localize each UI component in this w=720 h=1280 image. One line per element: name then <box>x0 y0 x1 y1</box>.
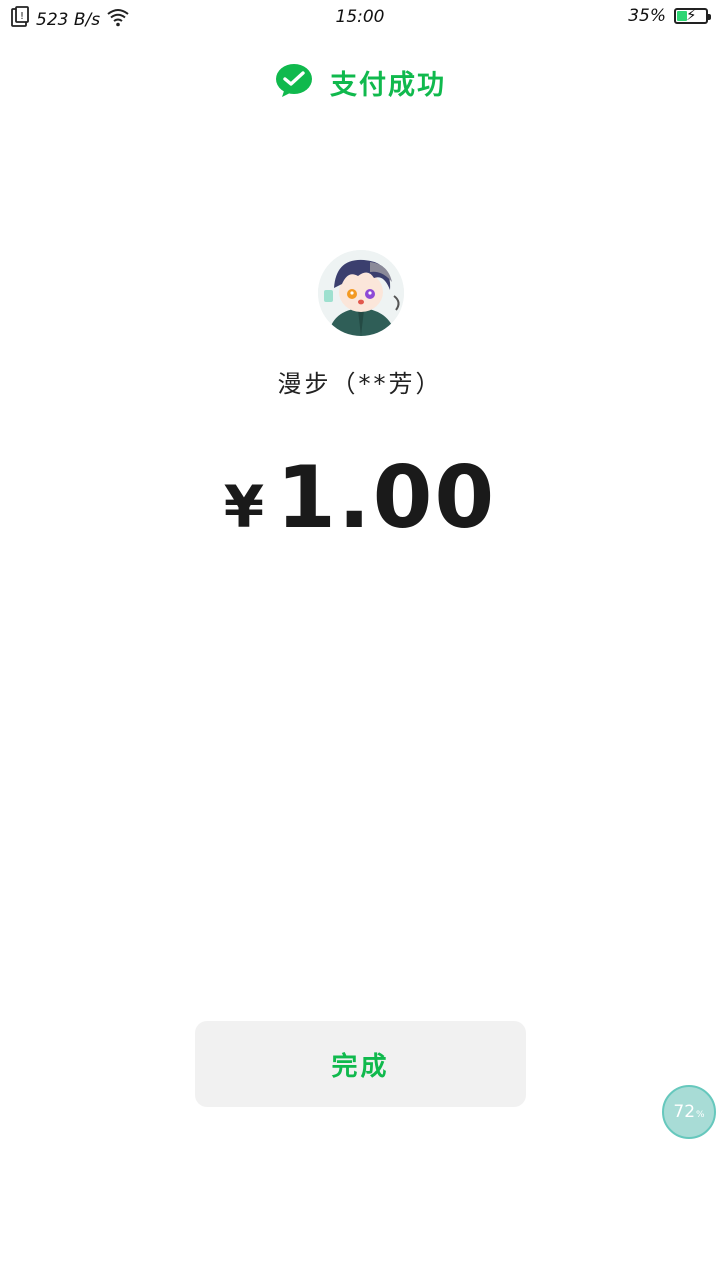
charging-icon: ⚡ <box>686 6 697 24</box>
amount-value: 1.00 <box>276 448 497 548</box>
payment-amount: ¥ 1.00 <box>0 448 720 548</box>
floating-ball-widget[interactable]: 72% <box>662 1085 716 1139</box>
payee-name: 漫步（**芳） <box>277 370 443 398</box>
battery-percent: 35% <box>628 6 666 26</box>
status-right: 35% ⚡ <box>628 6 711 26</box>
page-header: 支付成功 <box>0 62 720 102</box>
page-title: 支付成功 <box>330 69 446 101</box>
currency-symbol: ¥ <box>223 473 265 541</box>
battery-icon: ⚡ <box>674 6 711 24</box>
payee-avatar <box>318 250 404 336</box>
floating-unit: % <box>696 1110 705 1120</box>
floating-value: 72 <box>673 1102 696 1122</box>
clock: 15:00 <box>335 7 385 27</box>
payment-success-screen: ! 523 B/s 15:00 35% ⚡ 支付成功 漫步（**芳） ¥ 1.0… <box>0 0 720 1280</box>
done-button[interactable]: 完成 <box>195 1021 526 1107</box>
wechat-pay-icon <box>274 62 316 102</box>
status-bar: ! 523 B/s 15:00 35% ⚡ <box>0 0 720 36</box>
